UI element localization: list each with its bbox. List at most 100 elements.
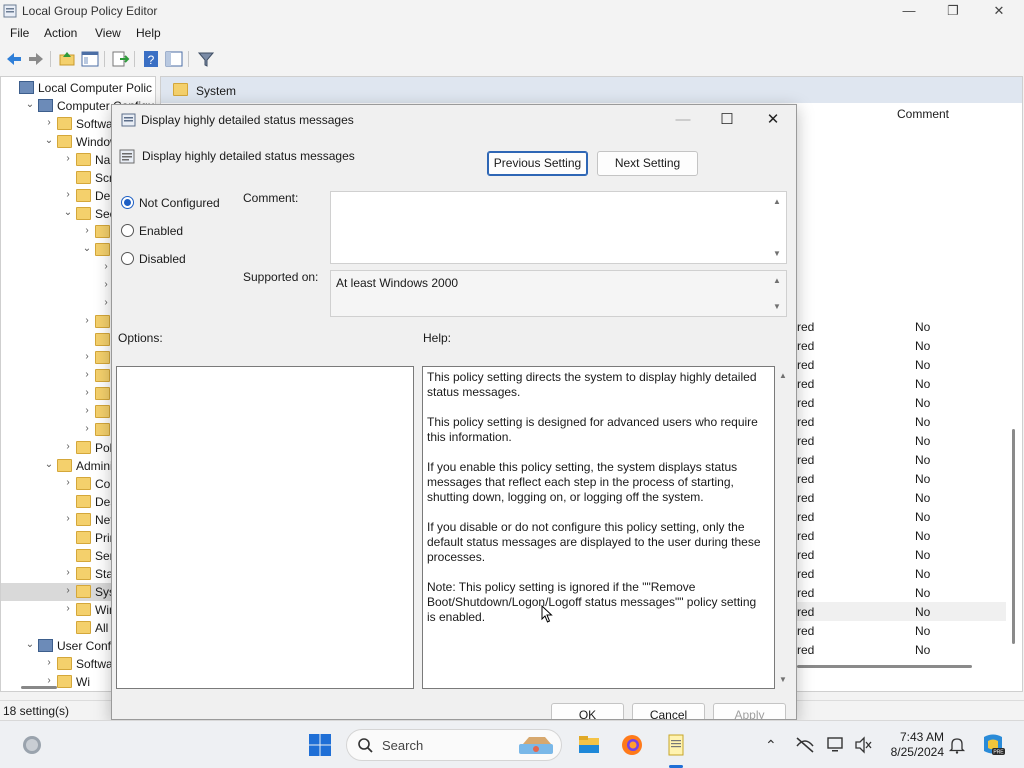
expand-chevron-icon[interactable]: › (81, 224, 93, 238)
cancel-button[interactable]: Cancel (632, 703, 705, 719)
folder-icon (95, 315, 110, 328)
toolbar-separator (188, 51, 189, 67)
expand-chevron-icon[interactable]: › (43, 116, 55, 130)
folder-icon (95, 387, 110, 400)
chart-icon (76, 441, 91, 454)
comment-textarea[interactable]: ▲ ▼ (330, 191, 787, 264)
volume-muted-icon[interactable] (853, 736, 873, 754)
help-paragraph: Note: This policy setting is ignored if … (427, 580, 757, 624)
tree-item-label: Wi (76, 675, 90, 689)
menu-help[interactable]: Help (136, 26, 161, 40)
supported-on-field: At least Windows 2000 ▲ ▼ (330, 270, 787, 317)
setting-icon (119, 149, 135, 164)
expand-chevron-icon[interactable]: › (62, 440, 74, 454)
tree-item[interactable]: Local Computer Polic (1, 79, 155, 97)
security-icon (76, 207, 91, 220)
help-scroll-up-arrow-icon[interactable]: ▲ (778, 371, 788, 381)
comment-cell: No (915, 358, 931, 372)
expand-chevron-icon[interactable]: › (81, 368, 93, 382)
svg-text:PRE: PRE (993, 750, 1004, 756)
menu-view[interactable]: View (95, 26, 121, 40)
collapse-chevron-icon[interactable]: ⌄ (43, 134, 55, 148)
copilot-icon[interactable]: PRE (980, 733, 1006, 757)
menu-file[interactable]: File (10, 26, 29, 40)
apply-button[interactable]: Apply (713, 703, 786, 719)
expand-chevron-icon[interactable]: › (62, 476, 74, 490)
menu-action[interactable]: Action (44, 26, 77, 40)
radio-indicator[interactable] (121, 224, 134, 237)
windows-start-icon[interactable] (308, 733, 332, 757)
comment-cell: No (915, 377, 931, 391)
file-explorer-icon[interactable] (577, 733, 601, 757)
collapse-chevron-icon[interactable]: ⌄ (81, 242, 93, 256)
network-offline-icon[interactable] (795, 736, 815, 754)
scroll-down-arrow-icon[interactable]: ▼ (772, 249, 782, 259)
firefox-icon[interactable] (620, 733, 644, 757)
close-button[interactable]: ✕ (976, 0, 1022, 22)
notepad-icon[interactable] (664, 733, 688, 757)
toolbar-separator (134, 51, 135, 67)
expand-chevron-icon[interactable]: › (62, 602, 74, 616)
collapse-chevron-icon[interactable]: ⌄ (62, 206, 74, 220)
collapse-chevron-icon[interactable]: ⌄ (43, 458, 55, 472)
collapse-chevron-icon[interactable]: ⌄ (24, 98, 36, 112)
expand-chevron-icon[interactable]: › (62, 152, 74, 166)
show-hidden-icons-chevron-icon[interactable]: ⌃ (765, 737, 777, 754)
scroll-up-arrow-icon[interactable]: ▲ (772, 276, 782, 286)
forward-arrow-icon[interactable] (26, 49, 46, 69)
expand-chevron-icon[interactable]: › (62, 188, 74, 202)
radio-indicator[interactable] (121, 252, 134, 265)
extended-view-icon[interactable] (164, 49, 184, 69)
folder-icon (57, 117, 72, 130)
dialog-close-button[interactable]: ✕ (758, 110, 788, 130)
mouse-pointer-icon (541, 605, 553, 623)
previous-setting-button[interactable]: Previous Setting (487, 151, 588, 176)
expand-chevron-icon[interactable]: › (81, 386, 93, 400)
expand-chevron-icon[interactable]: › (62, 512, 74, 526)
dialog-maximize-button[interactable]: ☐ (712, 110, 742, 130)
settings-icon (76, 621, 91, 634)
expand-chevron-icon[interactable]: › (81, 314, 93, 328)
list-horizontal-scrollbar[interactable] (797, 665, 972, 668)
next-setting-button[interactable]: Next Setting (597, 151, 698, 176)
expand-chevron-icon[interactable]: › (62, 584, 74, 598)
folder-icon (76, 603, 91, 616)
system-clock[interactable]: 7:43 AM 8/25/2024 (884, 730, 944, 760)
export-list-icon[interactable] (110, 49, 130, 69)
collapse-chevron-icon[interactable]: ⌄ (24, 638, 36, 652)
display-icon[interactable] (826, 736, 846, 754)
state-cell: red (797, 358, 815, 372)
up-folder-icon[interactable] (57, 49, 77, 69)
expand-chevron-icon[interactable]: › (81, 422, 93, 436)
dialog-minimize-button[interactable]: — (668, 110, 698, 130)
ok-button[interactable]: OK (551, 703, 624, 719)
taskbar-search[interactable]: Search (346, 729, 562, 761)
back-arrow-icon[interactable] (4, 49, 24, 69)
comment-cell: No (915, 529, 931, 543)
list-vertical-scrollbar[interactable] (1012, 429, 1015, 644)
expand-chevron-icon[interactable]: › (62, 566, 74, 580)
radio-indicator[interactable] (121, 196, 134, 209)
expand-chevron-icon[interactable]: › (43, 656, 55, 670)
comment-column-header[interactable]: Comment (897, 107, 949, 121)
weather-widget-icon[interactable] (20, 733, 44, 757)
folder-icon (57, 459, 72, 472)
show-hide-tree-icon[interactable] (80, 49, 100, 69)
dialog-title: Display highly detailed status messages (141, 113, 354, 127)
state-cell: red (797, 472, 815, 486)
expand-chevron-icon[interactable]: › (43, 674, 55, 688)
restore-button[interactable]: ❐ (930, 0, 976, 22)
state-cell: red (797, 586, 815, 600)
filter-icon[interactable] (196, 49, 216, 69)
expand-chevron-icon[interactable]: › (81, 404, 93, 418)
expand-chevron-icon[interactable]: › (81, 350, 93, 364)
comment-cell: No (915, 472, 931, 486)
help-icon[interactable]: ? (141, 49, 161, 69)
minimize-button[interactable]: — (886, 0, 932, 22)
notification-bell-icon[interactable] (948, 736, 966, 754)
supported-on-label: Supported on: (243, 270, 319, 284)
scroll-down-arrow-icon[interactable]: ▼ (772, 302, 782, 312)
menu-bar: File Action View Help (0, 23, 1024, 44)
help-scroll-down-arrow-icon[interactable]: ▼ (778, 675, 788, 685)
scroll-up-arrow-icon[interactable]: ▲ (772, 197, 782, 207)
